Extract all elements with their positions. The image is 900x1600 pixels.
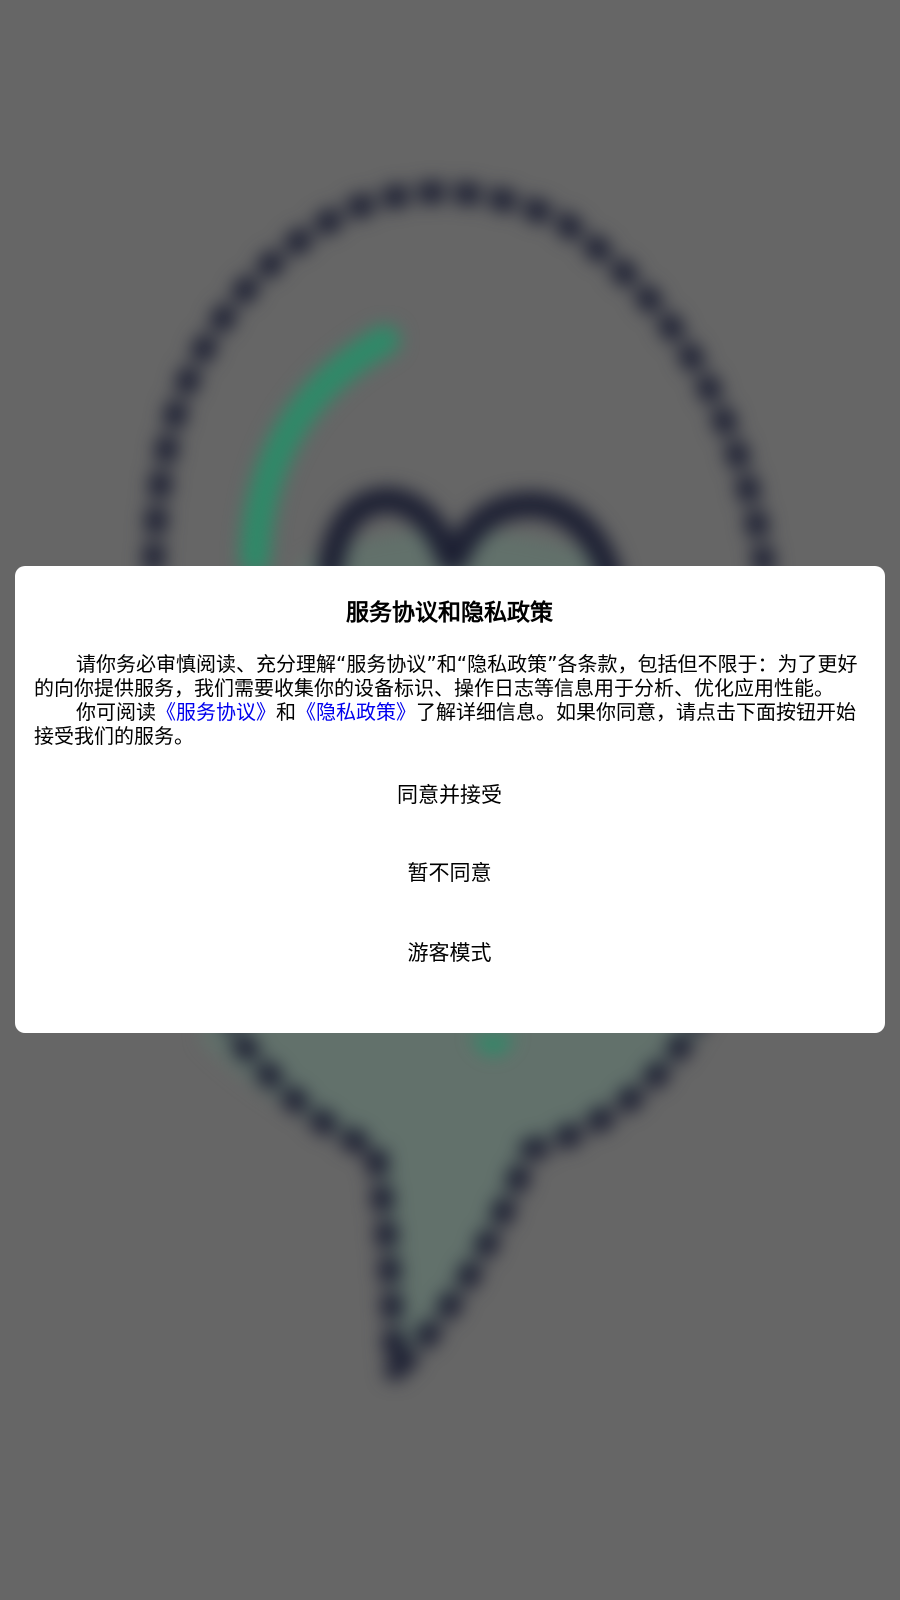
dialog-title: 服务协议和隐私政策: [346, 600, 553, 626]
guest-mode-button[interactable]: 游客模式: [34, 928, 865, 976]
service-agreement-link[interactable]: 《服务协议》: [156, 700, 276, 724]
read-more-middle: 和: [276, 700, 296, 724]
privacy-policy-link[interactable]: 《隐私政策》: [296, 700, 416, 724]
read-more-paragraph: 你可阅读《服务协议》和《隐私政策》了解详细信息。如果你同意，请点击下面按钮开始接…: [34, 700, 865, 748]
logo-green-leaf: [240, 325, 400, 575]
agreement-paragraph: 请你务必审慎阅读、充分理解“服务协议”和“隐私政策”各条款，包括但不限于：为了更…: [34, 652, 858, 700]
disagree-button[interactable]: 暂不同意: [34, 850, 865, 928]
dialog-body: 请你务必审慎阅读、充分理解“服务协议”和“隐私政策”各条款，包括但不限于：为了更…: [34, 652, 865, 748]
dialog-actions: 同意并接受 暂不同意 游客模式: [34, 772, 865, 976]
agree-button[interactable]: 同意并接受: [34, 772, 865, 850]
privacy-dialog: 服务协议和隐私政策 请你务必审慎阅读、充分理解“服务协议”和“隐私政策”各条款，…: [15, 566, 885, 1033]
read-more-prefix: 你可阅读: [76, 700, 156, 724]
app-screen: 服务协议和隐私政策 请你务必审慎阅读、充分理解“服务协议”和“隐私政策”各条款，…: [0, 0, 900, 1600]
